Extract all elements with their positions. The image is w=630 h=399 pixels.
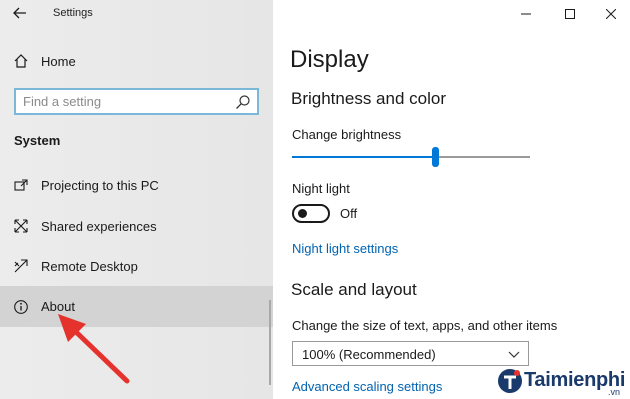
sidebar-item-label: Projecting to this PC: [41, 177, 159, 193]
close-icon: [606, 9, 616, 19]
search-input[interactable]: [16, 90, 226, 113]
minimize-button[interactable]: [512, 4, 540, 24]
brightness-label: Change brightness: [292, 127, 402, 142]
maximize-button[interactable]: [556, 4, 584, 24]
brightness-heading: Brightness and color: [291, 89, 446, 108]
search-box: [14, 88, 259, 115]
shared-experiences-icon: [12, 217, 30, 235]
sidebar-item-projecting[interactable]: Projecting to this PC: [0, 166, 273, 204]
watermark-suffix: .vn: [608, 387, 621, 397]
night-light-state: Off: [340, 206, 358, 221]
advanced-scaling-link[interactable]: Advanced scaling settings: [292, 379, 442, 394]
sidebar-item-remote-desktop[interactable]: Remote Desktop: [0, 247, 273, 285]
close-button[interactable]: [597, 4, 625, 24]
toggle-knob: [298, 209, 307, 218]
chevron-down-icon: [508, 351, 520, 358]
brightness-slider-fill: [292, 156, 435, 158]
minimize-icon: [521, 13, 531, 15]
window-title: Settings: [53, 7, 93, 19]
sidebar-item-label: About: [41, 299, 75, 314]
sidebar-item-shared-experiences[interactable]: Shared experiences: [0, 207, 273, 245]
remote-desktop-icon: [12, 257, 30, 275]
taimienphi-logo-icon: [498, 369, 522, 393]
scale-heading: Scale and layout: [291, 280, 417, 299]
watermark: Taimienphi .vn: [488, 363, 630, 399]
night-light-label: Night light: [292, 181, 350, 196]
sidebar: Settings Home System Projecting to this …: [0, 0, 273, 399]
home-icon: [12, 52, 30, 70]
sidebar-item-label: Shared experiences: [41, 218, 157, 234]
projecting-icon: [12, 176, 30, 194]
main-panel: Display Brightness and color Change brig…: [273, 0, 630, 399]
sidebar-item-home[interactable]: Home: [0, 42, 273, 80]
info-icon: [12, 298, 30, 316]
night-light-toggle[interactable]: [292, 204, 330, 223]
section-label-system: System: [14, 133, 61, 148]
night-light-settings-link[interactable]: Night light settings: [292, 241, 398, 256]
sidebar-item-about[interactable]: About: [0, 286, 273, 327]
brightness-slider[interactable]: [292, 147, 530, 167]
search-icon[interactable]: [235, 94, 251, 110]
back-button[interactable]: [9, 3, 31, 23]
maximize-icon: [565, 9, 575, 19]
sidebar-item-label: Remote Desktop: [41, 258, 138, 274]
size-label: Change the size of text, apps, and other…: [292, 318, 558, 333]
back-arrow-icon: [13, 7, 26, 19]
brightness-slider-thumb[interactable]: [432, 147, 439, 167]
page-title: Display: [290, 46, 369, 73]
scale-dropdown-value: 100% (Recommended): [302, 347, 436, 362]
sidebar-item-label: Home: [41, 53, 76, 69]
sidebar-scrollbar[interactable]: [269, 300, 271, 385]
